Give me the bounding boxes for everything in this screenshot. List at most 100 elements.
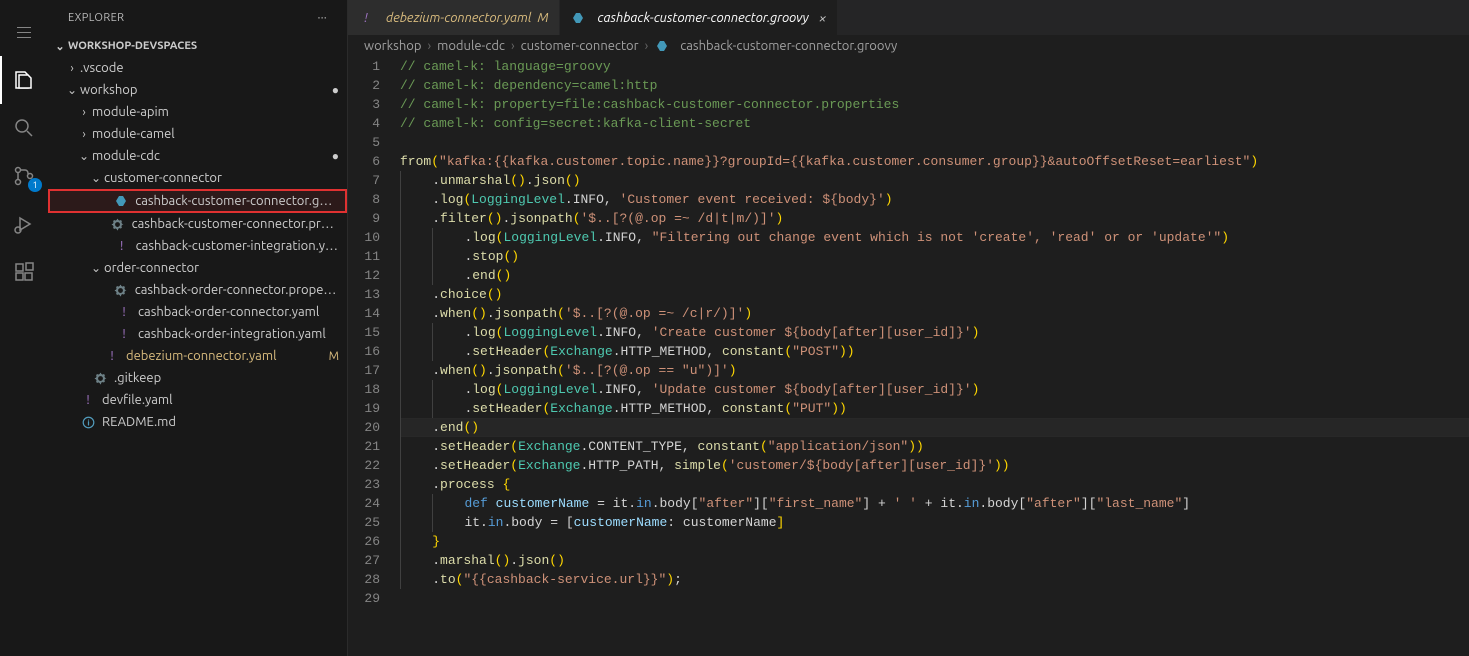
tree-item[interactable]: ›.vscode bbox=[48, 57, 347, 79]
code-line[interactable]: .filter().jsonpath('$..[?(@.op =~ /d|t|m… bbox=[400, 209, 1469, 228]
tree-item-label: .gitkeep bbox=[114, 371, 161, 385]
section-title: WORKSHOP-DEVSPACES bbox=[68, 40, 197, 52]
explorer-sidebar: EXPLORER ··· ⌄ WORKSHOP-DEVSPACES ›.vsco… bbox=[48, 0, 348, 656]
code-line[interactable]: } bbox=[400, 532, 1469, 551]
yaml-icon: ! bbox=[114, 238, 130, 254]
tree-item[interactable]: !cashback-order-connector.yaml bbox=[48, 301, 347, 323]
breadcrumb-item[interactable]: customer-connector bbox=[521, 39, 639, 53]
activity-bar: 1 bbox=[0, 0, 48, 656]
code-line[interactable]: from("kafka:{{kafka.customer.topic.name}… bbox=[400, 152, 1469, 171]
code-line[interactable] bbox=[400, 589, 1469, 608]
tree-item[interactable]: .gitkeep bbox=[48, 367, 347, 389]
code-editor[interactable]: 1234567891011121314151617181920212223242… bbox=[348, 57, 1469, 656]
chevron-icon: ⌄ bbox=[64, 83, 80, 97]
more-icon[interactable]: ··· bbox=[318, 12, 327, 24]
tree-item-label: devfile.yaml bbox=[102, 393, 173, 407]
file-tree: ›.vscode⌄workshop●›module-apim›module-ca… bbox=[48, 57, 347, 433]
info-icon bbox=[80, 414, 96, 430]
tree-item[interactable]: ⌄customer-connector bbox=[48, 167, 347, 189]
tree-item-label: cashback-order-integration.yaml bbox=[138, 327, 326, 341]
code-line[interactable]: def customerName = it.in.body["after"]["… bbox=[400, 494, 1469, 513]
close-icon[interactable]: × bbox=[819, 10, 827, 26]
git-status: M bbox=[325, 350, 339, 363]
editor-tab[interactable]: cashback-customer-connector.groovy× bbox=[560, 0, 838, 35]
code-line[interactable]: .log(LoggingLevel.INFO, "Filtering out c… bbox=[400, 228, 1469, 247]
tree-item[interactable]: cashback-customer-connector.proper… bbox=[48, 213, 347, 235]
tree-item[interactable]: README.md bbox=[48, 411, 347, 433]
tree-item[interactable]: !devfile.yaml bbox=[48, 389, 347, 411]
tree-item-label: cashback-customer-integration.yaml bbox=[136, 239, 339, 253]
chevron-right-icon: › bbox=[511, 39, 515, 53]
code-line[interactable]: // camel-k: property=file:cashback-custo… bbox=[400, 95, 1469, 114]
tree-item-label: cashback-order-connector.properties bbox=[135, 283, 339, 297]
editor-tab[interactable]: !debezium-connector.yamlM bbox=[348, 0, 560, 35]
breadcrumbs[interactable]: workshop›module-cdc›customer-connector›c… bbox=[348, 35, 1469, 57]
gear-icon bbox=[110, 216, 126, 232]
code-line[interactable]: .marshal().json() bbox=[400, 551, 1469, 570]
sidebar-title: EXPLORER bbox=[68, 12, 124, 24]
code-line[interactable]: .setHeader(Exchange.HTTP_METHOD, constan… bbox=[400, 342, 1469, 361]
code-line[interactable]: .log(LoggingLevel.INFO, 'Update customer… bbox=[400, 380, 1469, 399]
editor-tabs: !debezium-connector.yamlMcashback-custom… bbox=[348, 0, 1469, 35]
debug-icon[interactable] bbox=[0, 200, 48, 248]
tree-item[interactable]: ⌄workshop● bbox=[48, 79, 347, 101]
code-line[interactable]: .log(LoggingLevel.INFO, 'Customer event … bbox=[400, 190, 1469, 209]
menu-icon[interactable] bbox=[0, 8, 48, 56]
section-header[interactable]: ⌄ WORKSHOP-DEVSPACES bbox=[48, 35, 347, 57]
breadcrumb-item[interactable]: cashback-customer-connector.groovy bbox=[680, 39, 897, 53]
tree-item[interactable]: cashback-customer-connector.groovy bbox=[48, 189, 347, 213]
tree-item-label: module-apim bbox=[92, 105, 169, 119]
tree-item[interactable]: !debezium-connector.yamlM bbox=[48, 345, 347, 367]
explorer-icon[interactable] bbox=[0, 56, 48, 104]
scm-icon[interactable]: 1 bbox=[0, 152, 48, 200]
code-line[interactable]: .setHeader(Exchange.HTTP_METHOD, constan… bbox=[400, 399, 1469, 418]
code-line[interactable]: .choice() bbox=[400, 285, 1469, 304]
breadcrumb-item[interactable]: module-cdc bbox=[437, 39, 505, 53]
groovy-icon bbox=[113, 193, 129, 209]
chevron-icon: › bbox=[76, 128, 92, 141]
code-line[interactable]: .end() bbox=[400, 266, 1469, 285]
code-line[interactable]: // camel-k: language=groovy bbox=[400, 57, 1469, 76]
scm-badge: 1 bbox=[28, 178, 42, 192]
yaml-icon: ! bbox=[116, 304, 132, 320]
search-icon[interactable] bbox=[0, 104, 48, 152]
extensions-icon[interactable] bbox=[0, 248, 48, 296]
tree-item[interactable]: ! cashback-order-integration.yaml bbox=[48, 323, 347, 345]
tab-status: M bbox=[538, 11, 549, 25]
code-line[interactable]: .end() bbox=[400, 418, 1469, 437]
breadcrumb-item[interactable]: workshop bbox=[364, 39, 421, 53]
code-line[interactable]: // camel-k: dependency=camel:http bbox=[400, 76, 1469, 95]
tree-item[interactable]: ›module-camel bbox=[48, 123, 347, 145]
tree-item-label: order-connector bbox=[104, 261, 199, 275]
code-line[interactable]: .when().jsonpath('$..[?(@.op == "u")]') bbox=[400, 361, 1469, 380]
tree-item[interactable]: cashback-order-connector.properties bbox=[48, 279, 347, 301]
code-line[interactable]: .setHeader(Exchange.CONTENT_TYPE, consta… bbox=[400, 437, 1469, 456]
code-line[interactable]: .stop() bbox=[400, 247, 1469, 266]
code-line[interactable]: .setHeader(Exchange.HTTP_PATH, simple('c… bbox=[400, 456, 1469, 475]
code-line[interactable] bbox=[400, 133, 1469, 152]
code-content[interactable]: // camel-k: language=groovy// camel-k: d… bbox=[396, 57, 1469, 656]
code-line[interactable]: .unmarshal().json() bbox=[400, 171, 1469, 190]
chevron-icon: ⌄ bbox=[88, 261, 104, 275]
tree-item[interactable]: ⌄module-cdc● bbox=[48, 145, 347, 167]
tree-item[interactable]: ⌄order-connector bbox=[48, 257, 347, 279]
tree-item[interactable]: ! cashback-customer-integration.yaml bbox=[48, 235, 347, 257]
code-line[interactable]: // camel-k: config=secret:kafka-client-s… bbox=[400, 114, 1469, 133]
code-line[interactable]: .log(LoggingLevel.INFO, 'Create customer… bbox=[400, 323, 1469, 342]
code-line[interactable]: .process { bbox=[400, 475, 1469, 494]
sidebar-header: EXPLORER ··· bbox=[48, 0, 347, 35]
line-number-gutter: 1234567891011121314151617181920212223242… bbox=[348, 57, 396, 656]
editor-area: !debezium-connector.yamlMcashback-custom… bbox=[348, 0, 1469, 656]
code-line[interactable]: .to("{{cashback-service.url}}"); bbox=[400, 570, 1469, 589]
yaml-icon: ! bbox=[116, 326, 132, 342]
tree-item-label: cashback-customer-connector.proper… bbox=[132, 217, 339, 231]
chevron-icon: › bbox=[64, 62, 80, 75]
tree-item-label: module-camel bbox=[92, 127, 175, 141]
tree-item-label: debezium-connector.yaml bbox=[126, 349, 277, 363]
tree-item[interactable]: ›module-apim bbox=[48, 101, 347, 123]
chevron-icon: ⌄ bbox=[76, 149, 92, 163]
git-status: ● bbox=[328, 149, 339, 163]
code-line[interactable]: it.in.body = [customerName: customerName… bbox=[400, 513, 1469, 532]
code-line[interactable]: .when().jsonpath('$..[?(@.op =~ /c|r/)]'… bbox=[400, 304, 1469, 323]
tree-item-label: cashback-customer-connector.groovy bbox=[135, 194, 337, 208]
